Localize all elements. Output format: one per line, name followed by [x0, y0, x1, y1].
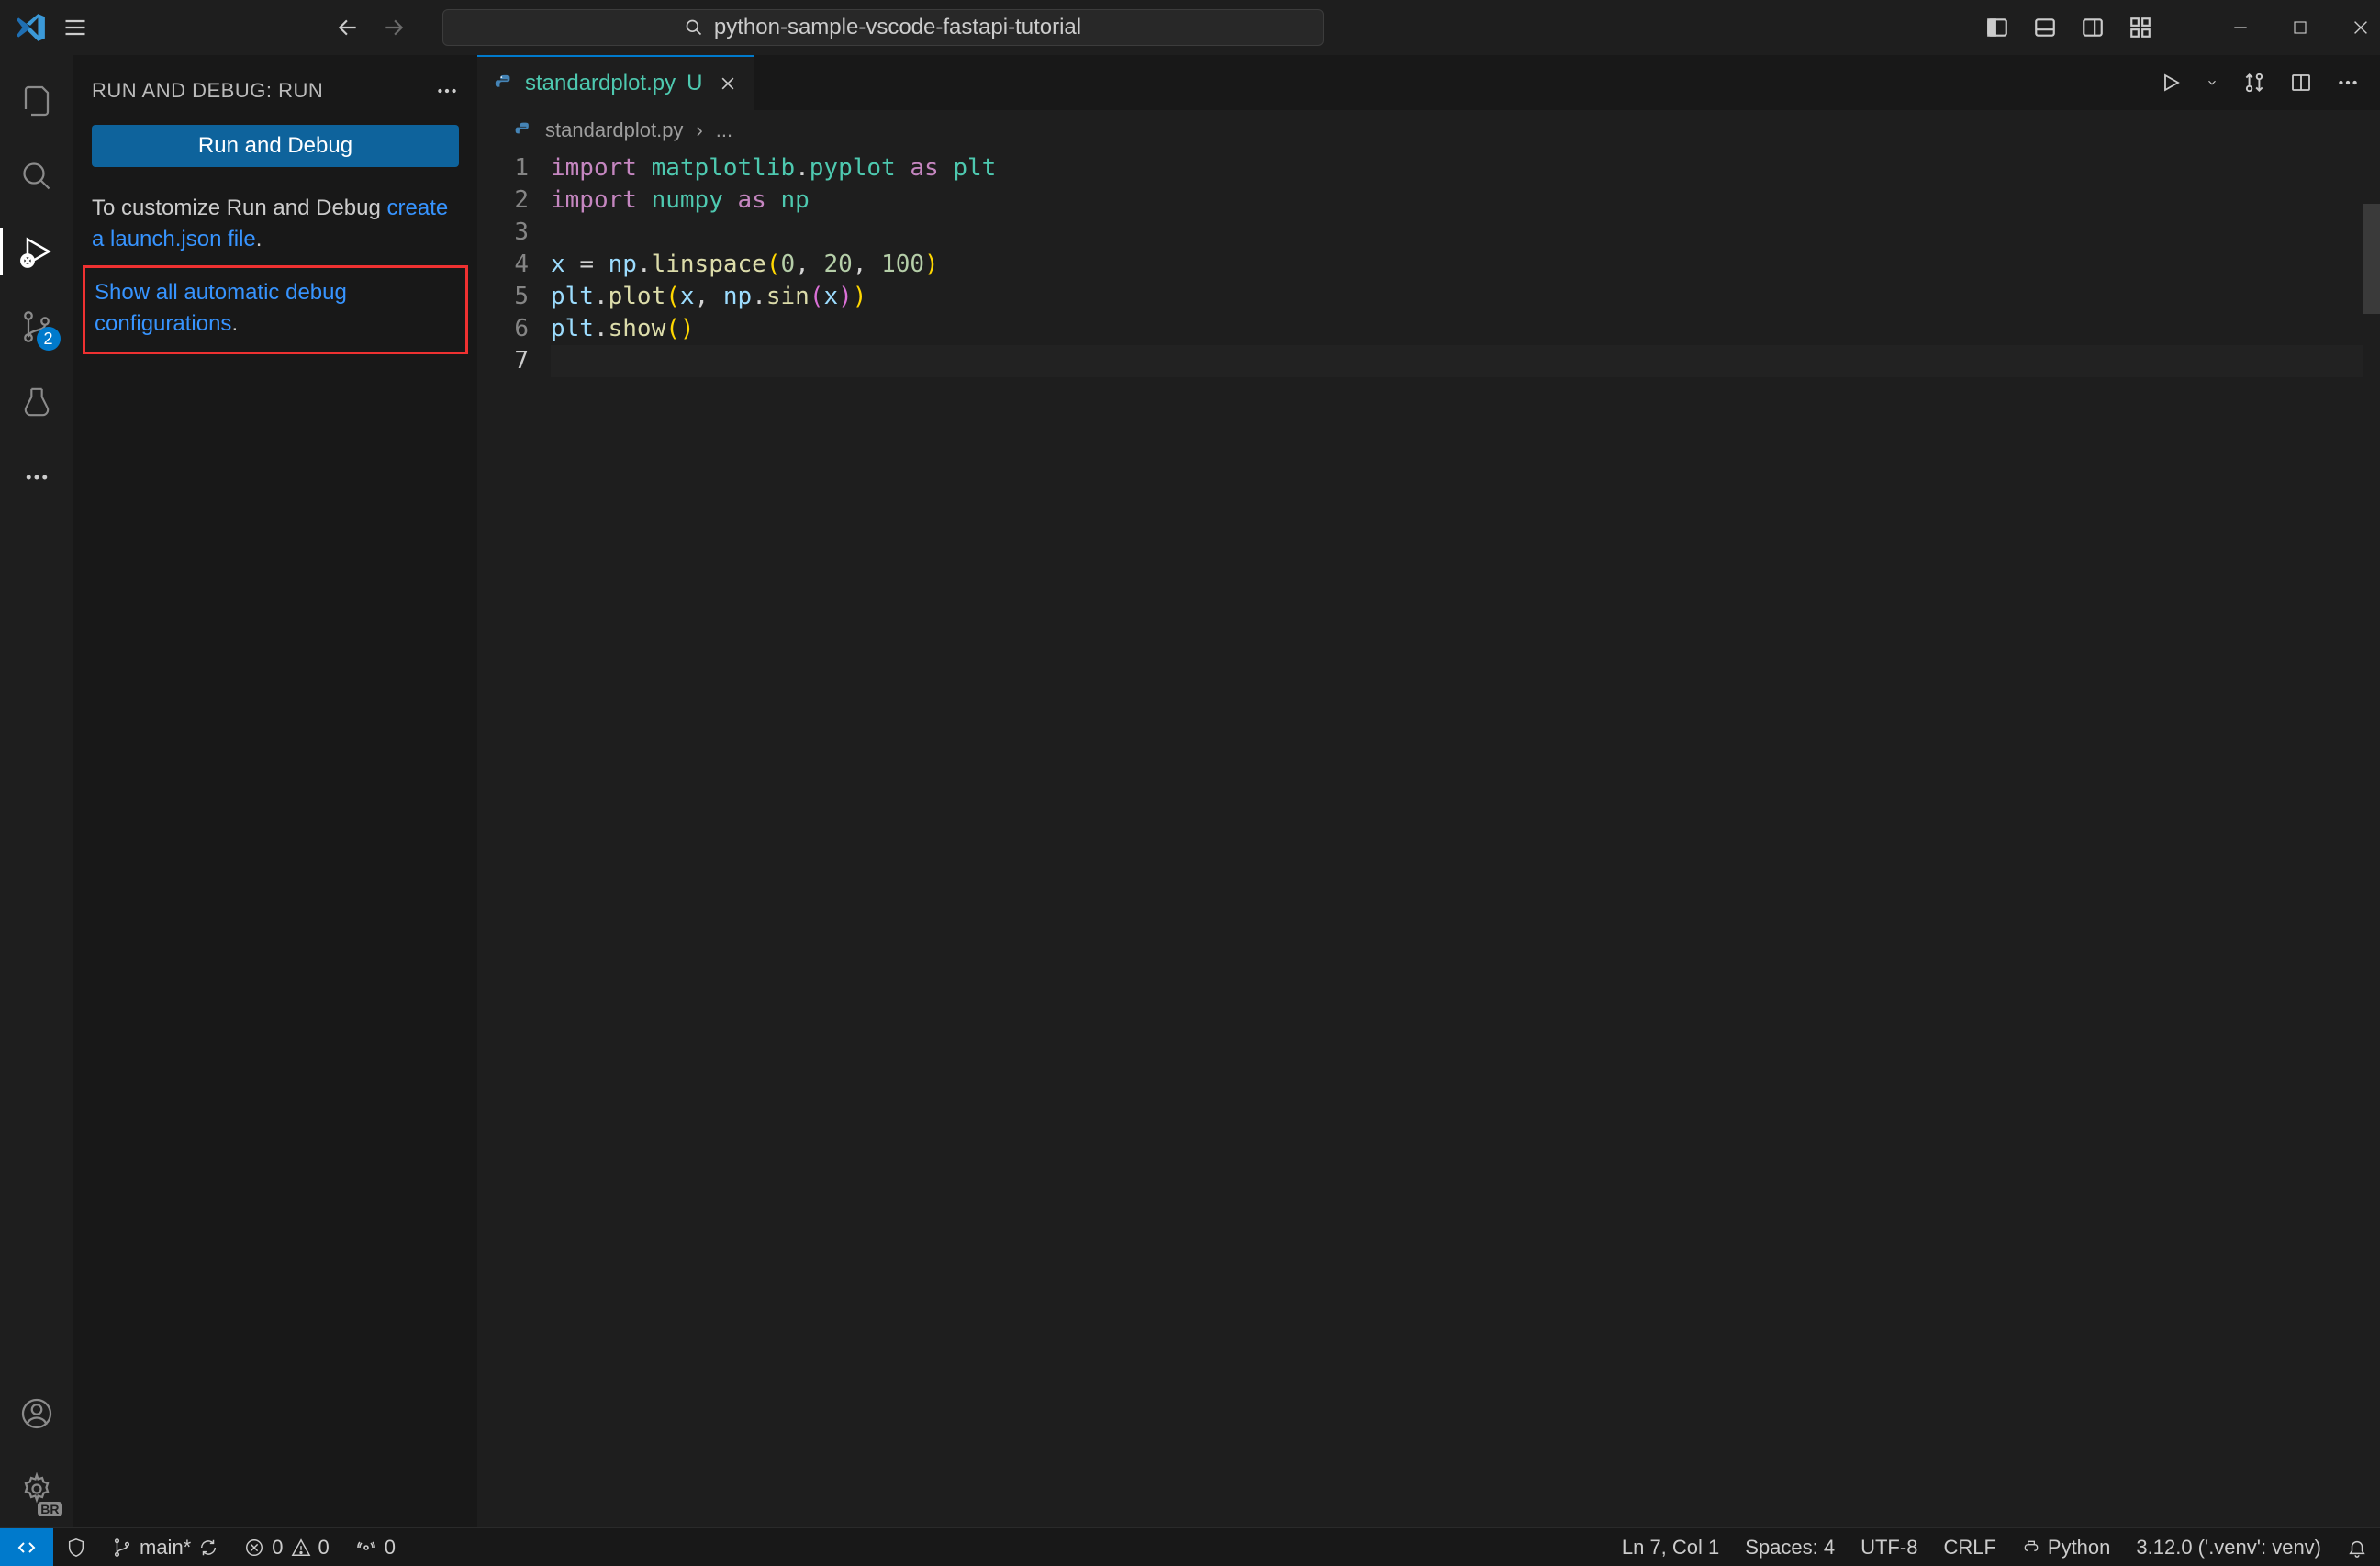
explorer-icon[interactable]	[7, 72, 66, 130]
search-text: python-sample-vscode-fastapi-tutorial	[714, 15, 1081, 40]
window-maximize-icon[interactable]	[2292, 19, 2308, 36]
toggle-primary-sidebar-icon[interactable]	[1985, 16, 2009, 39]
editor-area: standardplot.py U standardplot.py › ...	[477, 55, 2380, 1527]
eol[interactable]: CRLF	[1930, 1536, 2008, 1560]
breadcrumb-separator: ›	[696, 118, 702, 142]
layout-controls	[1985, 16, 2371, 39]
run-debug-icon[interactable]	[7, 222, 66, 281]
editor-tabbar: standardplot.py U	[477, 55, 2380, 110]
run-debug-sidebar: RUN AND DEBUG: RUN Run and Debug To cust…	[73, 55, 477, 1527]
python-interpreter[interactable]: 3.12.0 ('.venv': venv)	[2123, 1536, 2334, 1560]
language-mode[interactable]: Python	[2009, 1536, 2124, 1560]
python-file-icon	[494, 73, 514, 94]
code-editor[interactable]: 1 2 3 4 5 6 7 import matplotlib.pyplot a…	[477, 151, 2380, 1527]
customize-text: To customize Run and Debug create a laun…	[73, 193, 477, 254]
search-icon[interactable]	[7, 147, 66, 206]
nav-forward-icon[interactable]	[382, 16, 406, 39]
notifications-icon[interactable]	[2334, 1538, 2380, 1558]
editor-tab[interactable]: standardplot.py U	[477, 55, 754, 110]
customize-layout-icon[interactable]	[2129, 16, 2152, 39]
toggle-panel-icon[interactable]	[2033, 16, 2057, 39]
trust-indicator[interactable]	[53, 1538, 99, 1558]
split-editor-icon[interactable]	[2290, 72, 2312, 94]
line-gutter: 1 2 3 4 5 6 7	[477, 151, 551, 1527]
python-file-icon	[514, 121, 532, 140]
run-file-icon[interactable]	[2160, 72, 2182, 94]
code-lines: import matplotlib.pyplot as plt import n…	[551, 151, 2380, 1527]
breadcrumb-more: ...	[716, 118, 732, 142]
tab-close-icon[interactable]	[719, 74, 737, 93]
editor-actions	[2160, 55, 2380, 110]
titlebar: python-sample-vscode-fastapi-tutorial	[0, 0, 2380, 55]
show-all-configs-link[interactable]: Show all automatic debug configurations	[95, 280, 347, 336]
activity-bar: 2 BR	[0, 55, 73, 1527]
nav-back-icon[interactable]	[336, 16, 360, 39]
indentation[interactable]: Spaces: 4	[1732, 1536, 1848, 1560]
testing-icon[interactable]	[7, 373, 66, 431]
nav-arrows	[336, 16, 406, 39]
remote-indicator[interactable]	[0, 1528, 53, 1566]
compare-changes-icon[interactable]	[2242, 71, 2266, 95]
accounts-icon[interactable]	[7, 1384, 66, 1443]
settings-badge: BR	[38, 1502, 61, 1516]
cursor-position[interactable]: Ln 7, Col 1	[1609, 1536, 1732, 1560]
app-menu-button[interactable]	[53, 15, 97, 40]
toggle-secondary-sidebar-icon[interactable]	[2081, 16, 2105, 39]
vscode-logo-icon	[9, 12, 53, 43]
tab-modified-marker: U	[687, 71, 702, 96]
problems-indicator[interactable]: 0 0	[231, 1536, 342, 1560]
source-control-icon[interactable]: 2	[7, 297, 66, 356]
minimap[interactable]	[2363, 151, 2380, 1527]
show-all-configs-highlight: Show all automatic debug configurations.	[83, 265, 468, 354]
status-bar: main* 0 0 0 Ln 7, Col 1 Spaces: 4 UTF-8 …	[0, 1527, 2380, 1566]
breadcrumb-file: standardplot.py	[545, 118, 683, 142]
tab-filename: standardplot.py	[525, 71, 676, 96]
additional-views-icon[interactable]	[7, 448, 66, 507]
window-close-icon[interactable]	[2351, 17, 2371, 38]
breadcrumb[interactable]: standardplot.py › ...	[477, 110, 2380, 151]
window-minimize-icon[interactable]	[2231, 18, 2250, 37]
sidebar-more-icon[interactable]	[435, 79, 459, 103]
sidebar-title: RUN AND DEBUG: RUN	[92, 79, 323, 103]
command-center-search[interactable]: python-sample-vscode-fastapi-tutorial	[442, 9, 1324, 46]
encoding[interactable]: UTF-8	[1848, 1536, 1930, 1560]
editor-more-icon[interactable]	[2336, 71, 2360, 95]
sync-icon[interactable]	[198, 1538, 218, 1558]
settings-gear-icon[interactable]: BR	[7, 1460, 66, 1518]
ports-indicator[interactable]: 0	[342, 1536, 408, 1560]
minimap-thumb[interactable]	[2363, 204, 2380, 314]
scm-badge: 2	[37, 327, 61, 351]
run-and-debug-button[interactable]: Run and Debug	[92, 125, 459, 167]
git-branch[interactable]: main*	[99, 1536, 231, 1560]
run-dropdown-icon[interactable]	[2206, 76, 2218, 89]
